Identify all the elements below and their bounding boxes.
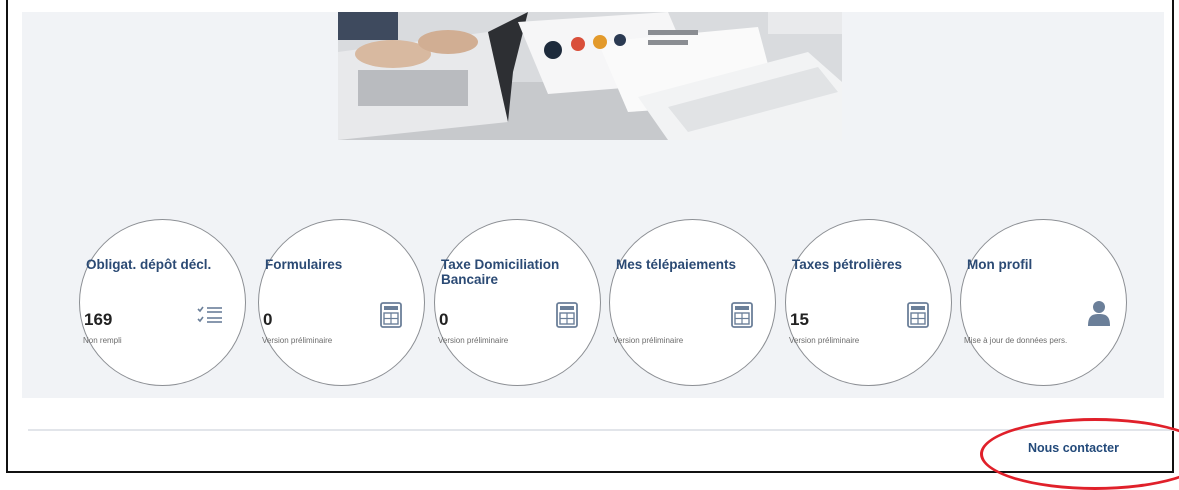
tile-title: Taxes pétrolières (792, 257, 903, 272)
tile-taxe-domiciliation[interactable]: Taxe Domiciliation Bancaire 0 Version pr… (434, 219, 601, 386)
tile-title: Formulaires (265, 257, 343, 272)
tile-title: Obligat. dépôt décl. (86, 257, 212, 272)
form-icon (556, 302, 578, 328)
checklist-icon (196, 305, 224, 325)
form-icon (907, 302, 929, 328)
tile-title: Mes télépaiements (616, 257, 737, 272)
tile-subtitle: Version préliminaire (613, 336, 684, 345)
tile-count: 169 (84, 310, 113, 329)
tile-subtitle: Version préliminaire (789, 336, 860, 345)
form-icon (731, 302, 753, 328)
tile-subtitle: Version préliminaire (438, 336, 509, 345)
tile-mes-telepaiements[interactable]: Mes télépaiements Version préliminaire (609, 219, 776, 386)
tile-title: Taxe Domiciliation Bancaire (441, 257, 560, 287)
contact-link[interactable]: Nous contacter (1028, 441, 1119, 455)
tile-taxes-petrolieres[interactable]: Taxes pétrolières 15 Version préliminair… (785, 219, 952, 386)
user-icon (1088, 300, 1110, 326)
form-icon (380, 302, 402, 328)
tile-obligat-depot[interactable]: Obligat. dépôt décl. 169 Non rempli (79, 219, 246, 386)
tile-mon-profil[interactable]: Mon profil Mise à jour de données pers. (960, 219, 1127, 386)
tile-subtitle: Version préliminaire (262, 336, 333, 345)
footer-divider (28, 429, 1174, 431)
tile-count: 15 (790, 310, 809, 329)
tile-subtitle: Mise à jour de données pers. (964, 336, 1068, 345)
tile-title: Mon profil (967, 257, 1033, 272)
tile-count: 0 (439, 310, 449, 329)
hero-image (338, 12, 842, 140)
tile-formulaires[interactable]: Formulaires 0 Version préliminaire (258, 219, 425, 386)
tile-subtitle: Non rempli (83, 336, 122, 345)
tile-count: 0 (263, 310, 273, 329)
